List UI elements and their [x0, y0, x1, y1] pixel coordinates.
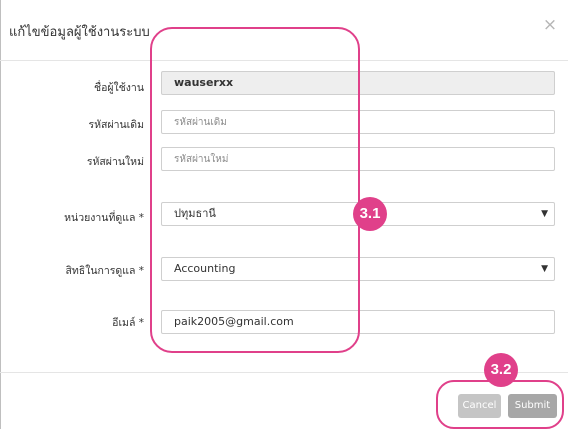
dialog-title: แก้ไขข้อมูลผู้ใช้งานระบบ [9, 25, 150, 40]
dialog-left-border [0, 0, 1, 429]
annotation-badge-3-2: 3.2 [484, 353, 518, 387]
unit-label: หน่วยงานที่ดูแล * [64, 212, 144, 224]
permission-label: สิทธิในการดูแล * [65, 265, 144, 277]
caret-down-icon: ▼ [541, 264, 548, 274]
new-password-label: รหัสผ่านใหม่ [86, 156, 144, 168]
caret-down-icon: ▼ [541, 209, 548, 219]
footer-divider [0, 372, 568, 373]
annotation-highlight-buttons [436, 380, 564, 429]
old-password-label: รหัสผ่านเดิม [88, 119, 144, 131]
username-label: ชื่อผู้ใช้งาน [93, 82, 144, 94]
email-label: อีเมล์ * [112, 317, 144, 329]
annotation-badge-3-1: 3.1 [353, 197, 387, 231]
annotation-highlight-form [150, 27, 360, 353]
edit-user-dialog: แก้ไขข้อมูลผู้ใช้งานระบบ × ชื่อผู้ใช้งาน… [0, 0, 568, 429]
close-icon[interactable]: × [540, 15, 560, 35]
